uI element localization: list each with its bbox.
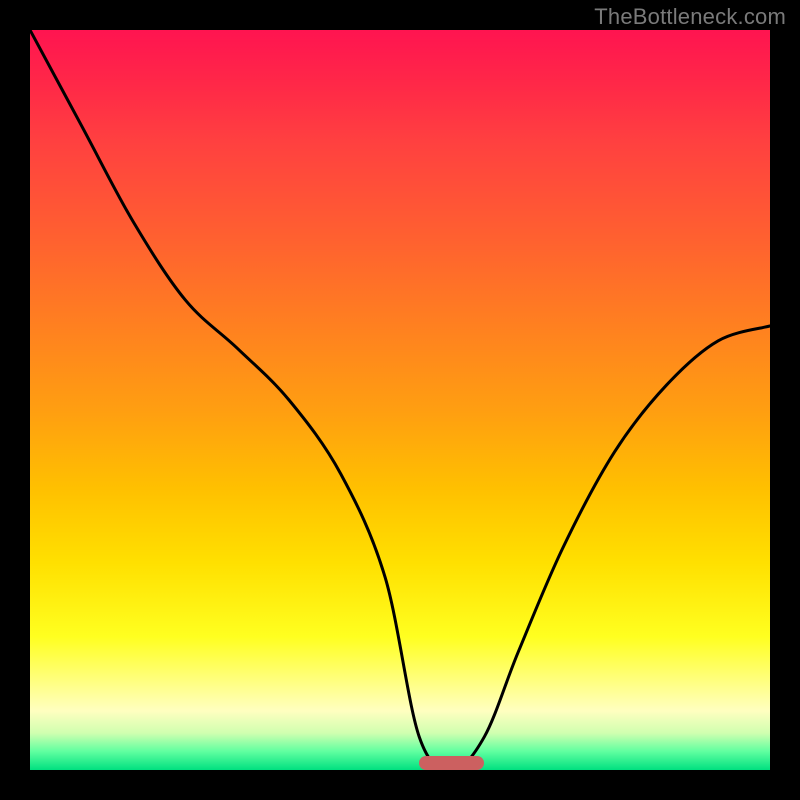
bottleneck-curve: [30, 30, 770, 770]
chart-frame: TheBottleneck.com: [0, 0, 800, 800]
optimal-range-marker: [419, 756, 484, 770]
plot-area: [30, 30, 770, 770]
watermark-text: TheBottleneck.com: [594, 4, 786, 30]
